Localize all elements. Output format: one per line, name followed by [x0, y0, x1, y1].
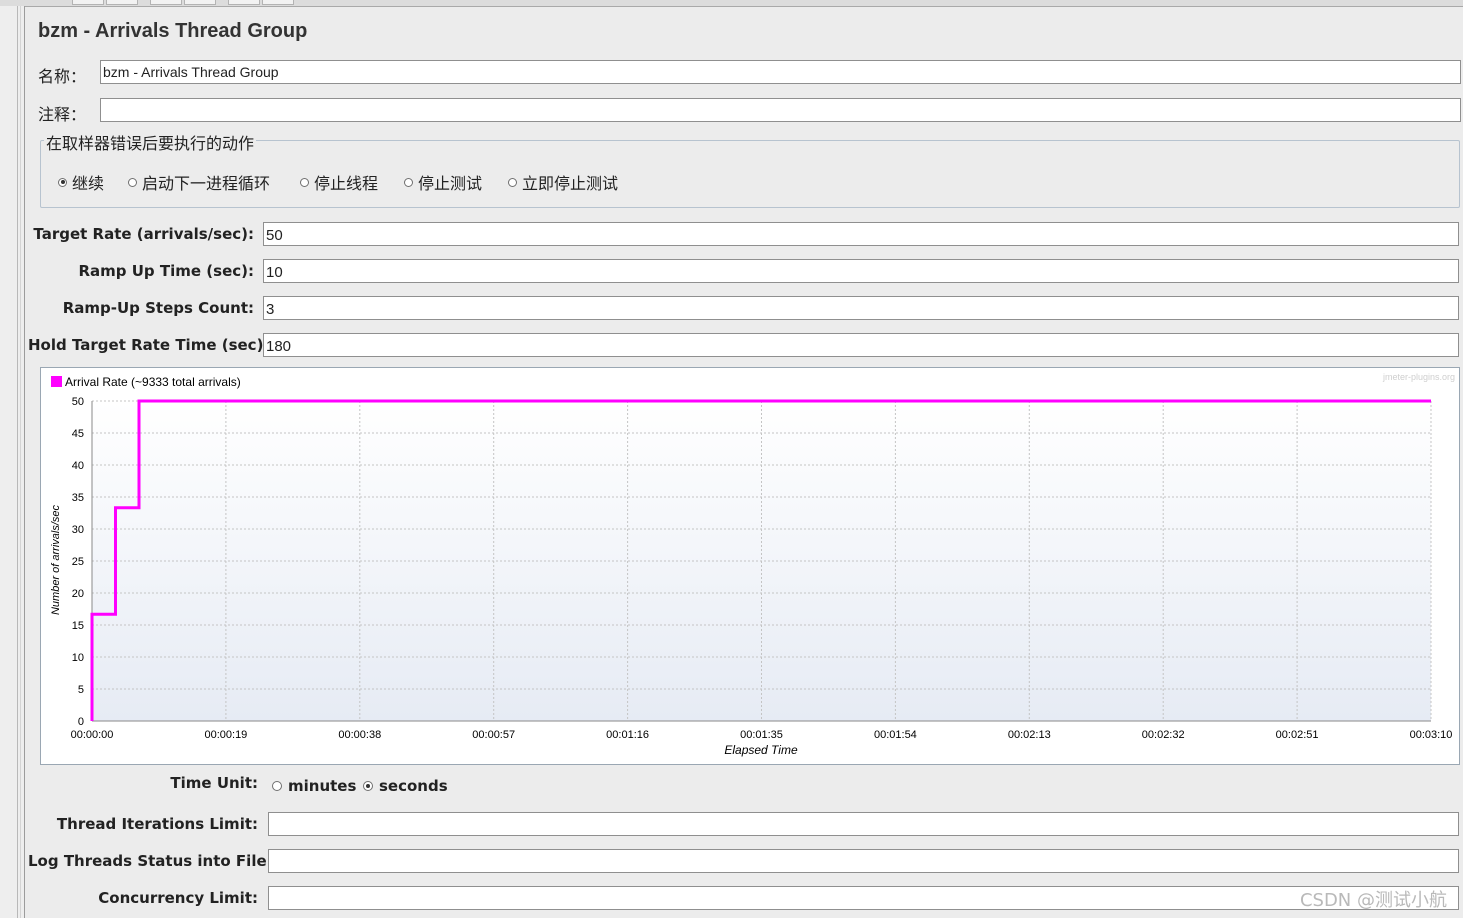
- chart-x-axis-label: Elapsed Time: [724, 743, 798, 757]
- chart-x-tick-label: 00:01:54: [874, 729, 917, 741]
- chart-y-tick-label: 45: [72, 428, 84, 440]
- radio-unselected-icon: [404, 177, 413, 187]
- toolbar-button[interactable]: [72, 0, 104, 5]
- radio-stop-test[interactable]: 停止测试: [404, 170, 482, 194]
- chart-x-tick-label: 00:02:51: [1276, 729, 1319, 741]
- toolbar-button[interactable]: [184, 0, 216, 5]
- ramp-up-steps-input[interactable]: 3: [263, 296, 1459, 320]
- arrival-rate-chart: Arrival Rate (~9333 total arrivals) jmet…: [40, 367, 1460, 765]
- thread-iterations-input[interactable]: [268, 812, 1459, 836]
- chart-y-tick-label: 40: [72, 460, 84, 472]
- chart-svg: Arrival Rate (~9333 total arrivals) jmet…: [50, 372, 1455, 757]
- toolbar-button[interactable]: [228, 0, 260, 5]
- radio-label: seconds: [379, 777, 448, 795]
- chart-x-tick-label: 00:00:19: [204, 729, 247, 741]
- radio-label: 停止测试: [418, 174, 483, 193]
- chart-y-tick-label: 30: [72, 524, 84, 536]
- radio-start-next-loop[interactable]: 启动下一进程循环: [128, 170, 270, 194]
- chart-y-tick-label: 10: [72, 652, 84, 664]
- radio-unselected-icon: [272, 781, 282, 791]
- thread-group-panel: bzm - Arrivals Thread Group 名称： bzm - Ar…: [28, 6, 1463, 918]
- hold-time-input[interactable]: 180: [263, 333, 1459, 357]
- chart-x-tick-label: 00:02:32: [1142, 729, 1185, 741]
- chart-x-tick-label: 00:00:00: [71, 729, 114, 741]
- toolbar-button[interactable]: [262, 0, 294, 5]
- ramp-up-time-label: Ramp Up Time (sec):: [78, 262, 254, 280]
- toolbar-button[interactable]: [150, 0, 182, 5]
- radio-minutes[interactable]: minutes: [272, 777, 356, 795]
- radio-stop-test-now[interactable]: 立即停止测试: [508, 170, 618, 194]
- splitter-handle[interactable]: [24, 6, 25, 918]
- comment-input[interactable]: [100, 98, 1461, 122]
- log-threads-status-input[interactable]: [268, 849, 1459, 873]
- radio-label: 停止线程: [314, 174, 379, 193]
- chart-x-tick-label: 00:01:35: [740, 729, 783, 741]
- chart-legend-swatch: [51, 376, 62, 387]
- name-label: 名称：: [38, 67, 87, 86]
- name-input[interactable]: bzm - Arrivals Thread Group: [100, 60, 1461, 84]
- target-rate-label: Target Rate (arrivals/sec):: [33, 225, 254, 243]
- chart-y-axis-label: Number of arrivals/sec: [50, 504, 62, 615]
- radio-unselected-icon: [300, 177, 309, 187]
- time-unit-label: Time Unit:: [170, 774, 258, 792]
- splitter-line: [20, 6, 21, 918]
- splitter-line: [17, 6, 18, 918]
- chart-x-tick-label: 00:00:38: [338, 729, 381, 741]
- page-title: bzm - Arrivals Thread Group: [38, 20, 308, 42]
- chart-x-tick-label: 00:03:10: [1410, 729, 1453, 741]
- chart-x-tick-label: 00:01:16: [606, 729, 649, 741]
- radio-seconds[interactable]: seconds: [363, 777, 448, 795]
- toolbar-button[interactable]: [106, 0, 138, 5]
- radio-label: 启动下一进程循环: [142, 174, 271, 193]
- concurrency-limit-input[interactable]: [268, 886, 1459, 910]
- radio-continue[interactable]: 继续: [58, 170, 104, 194]
- chart-x-tick-label: 00:02:13: [1008, 729, 1051, 741]
- radio-stop-thread[interactable]: 停止线程: [300, 170, 378, 194]
- chart-y-tick-label: 0: [78, 716, 84, 728]
- radio-label: 立即停止测试: [522, 174, 619, 193]
- chart-y-tick-label: 35: [72, 492, 84, 504]
- radio-selected-icon: [58, 177, 67, 187]
- chart-y-tick-label: 50: [72, 396, 84, 408]
- chart-y-tick-label: 5: [78, 684, 84, 696]
- error-action-title: 在取样器错误后要执行的动作: [44, 130, 257, 154]
- chart-x-tick-label: 00:00:57: [472, 729, 515, 741]
- csdn-watermark: CSDN @测试小航: [1299, 890, 1447, 911]
- thread-iterations-label: Thread Iterations Limit:: [56, 815, 258, 833]
- concurrency-limit-label: Concurrency Limit:: [98, 889, 258, 907]
- radio-unselected-icon: [508, 177, 517, 187]
- comment-label: 注释：: [38, 105, 87, 124]
- chart-watermark: jmeter-plugins.org: [1382, 372, 1455, 382]
- target-rate-input[interactable]: 50: [263, 222, 1459, 246]
- chart-y-tick-label: 25: [72, 556, 84, 568]
- ramp-up-steps-label: Ramp-Up Steps Count:: [62, 299, 254, 317]
- radio-label: minutes: [288, 777, 357, 795]
- log-threads-status-label: Log Threads Status into File:: [28, 852, 273, 870]
- chart-y-tick-label: 15: [72, 620, 84, 632]
- radio-label: 继续: [72, 174, 105, 193]
- ramp-up-time-input[interactable]: 10: [263, 259, 1459, 283]
- hold-time-label: Hold Target Rate Time (sec):: [28, 336, 270, 354]
- chart-y-tick-label: 20: [72, 588, 84, 600]
- radio-unselected-icon: [128, 177, 137, 187]
- radio-selected-icon: [363, 781, 373, 791]
- chart-legend-label: Arrival Rate (~9333 total arrivals): [65, 375, 241, 389]
